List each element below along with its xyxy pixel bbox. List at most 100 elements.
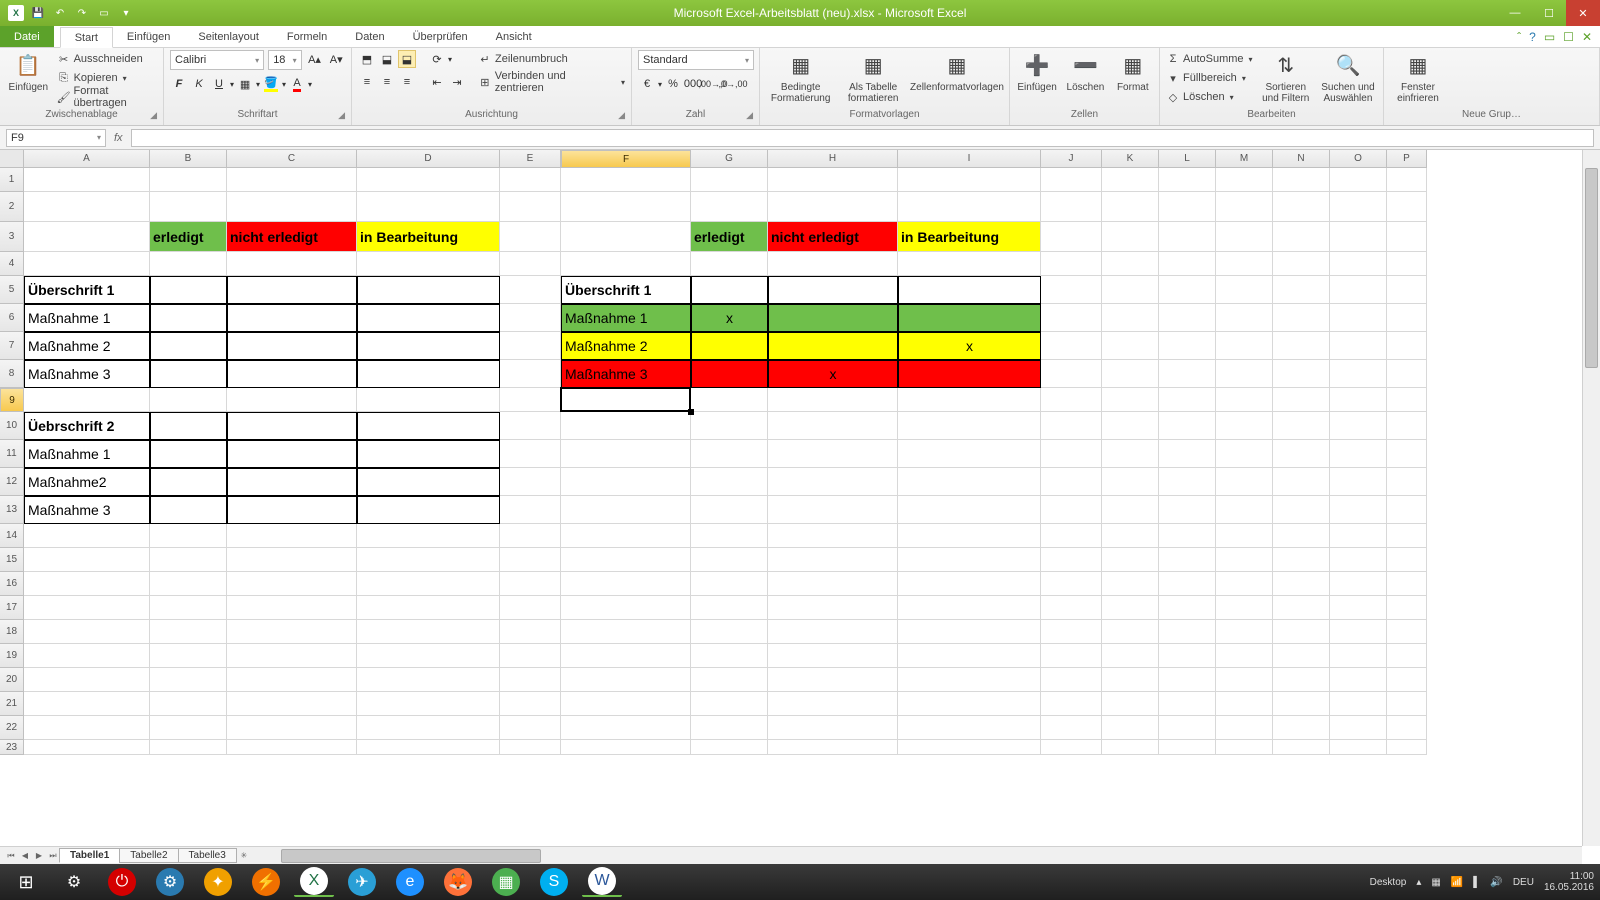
cell-F23[interactable] (561, 740, 691, 755)
cell-N9[interactable] (1273, 388, 1330, 412)
cell-K2[interactable] (1102, 192, 1159, 222)
cell-L15[interactable] (1159, 548, 1216, 572)
cell-L2[interactable] (1159, 192, 1216, 222)
cell-G11[interactable] (691, 440, 768, 468)
cell-F16[interactable] (561, 572, 691, 596)
cell-P5[interactable] (1387, 276, 1427, 304)
col-header-F[interactable]: F (561, 150, 691, 168)
row-header-21[interactable]: 21 (0, 692, 24, 716)
cell-C10[interactable] (227, 412, 357, 440)
cell-A2[interactable] (24, 192, 150, 222)
cell-J2[interactable] (1041, 192, 1102, 222)
taskbar-firefox-icon[interactable]: 🦊 (444, 868, 472, 896)
sheet-tab-1[interactable]: Tabelle1 (59, 848, 120, 863)
cell-P23[interactable] (1387, 740, 1427, 755)
col-header-L[interactable]: L (1159, 150, 1216, 168)
cell-B12[interactable] (150, 468, 227, 496)
cell-L6[interactable] (1159, 304, 1216, 332)
cell-C23[interactable] (227, 740, 357, 755)
clear-button[interactable]: ◇Löschen▾ (1166, 88, 1253, 106)
cell-L3[interactable] (1159, 222, 1216, 252)
cell-I8[interactable] (898, 360, 1041, 388)
col-header-B[interactable]: B (150, 150, 227, 168)
cell-C8[interactable] (227, 360, 357, 388)
tab-pagelayout[interactable]: Seitenlayout (184, 26, 273, 47)
cell-A1[interactable] (24, 168, 150, 192)
cell-M17[interactable] (1216, 596, 1273, 620)
cell-O8[interactable] (1330, 360, 1387, 388)
cell-E8[interactable] (500, 360, 561, 388)
cell-C2[interactable] (227, 192, 357, 222)
cell-B16[interactable] (150, 572, 227, 596)
cell-K23[interactable] (1102, 740, 1159, 755)
cell-O12[interactable] (1330, 468, 1387, 496)
cell-H2[interactable] (768, 192, 898, 222)
cell-P11[interactable] (1387, 440, 1427, 468)
minimize-ribbon-icon[interactable]: ˆ (1517, 30, 1521, 44)
cell-F3[interactable] (561, 222, 691, 252)
cell-O20[interactable] (1330, 668, 1387, 692)
cell-F2[interactable] (561, 192, 691, 222)
cell-D1[interactable] (357, 168, 500, 192)
row-header-12[interactable]: 12 (0, 468, 24, 496)
conditional-format-button[interactable]: ▦Bedingte Formatierung (766, 50, 835, 104)
cell-N16[interactable] (1273, 572, 1330, 596)
cell-G6[interactable]: x (691, 304, 768, 332)
vertical-scrollbar[interactable] (1582, 150, 1600, 846)
taskbar-word-icon[interactable]: W (588, 867, 616, 895)
cell-H14[interactable] (768, 524, 898, 548)
cell-L12[interactable] (1159, 468, 1216, 496)
cell-N4[interactable] (1273, 252, 1330, 276)
taskbar-skype-icon[interactable]: S (540, 868, 568, 896)
align-middle-button[interactable]: ⬓ (378, 50, 396, 68)
horizontal-scrollbar[interactable] (271, 849, 1582, 863)
cell-A9[interactable] (24, 388, 150, 412)
cell-I11[interactable] (898, 440, 1041, 468)
cell-I13[interactable] (898, 496, 1041, 524)
cell-K15[interactable] (1102, 548, 1159, 572)
row-header-4[interactable]: 4 (0, 252, 24, 276)
sort-filter-button[interactable]: ⇅Sortieren und Filtern (1259, 50, 1313, 104)
cell-N2[interactable] (1273, 192, 1330, 222)
cell-G18[interactable] (691, 620, 768, 644)
cell-I7[interactable]: x (898, 332, 1041, 360)
cell-H22[interactable] (768, 716, 898, 740)
cell-A6[interactable]: Maßnahme 1 (24, 304, 150, 332)
cell-A23[interactable] (24, 740, 150, 755)
cell-G21[interactable] (691, 692, 768, 716)
dialog-launcher-icon[interactable]: ◢ (150, 110, 157, 121)
tab-data[interactable]: Daten (341, 26, 398, 47)
taskbar-calc-icon[interactable]: ▦ (492, 868, 520, 896)
cell-O6[interactable] (1330, 304, 1387, 332)
cell-M9[interactable] (1216, 388, 1273, 412)
cell-B10[interactable] (150, 412, 227, 440)
cell-P22[interactable] (1387, 716, 1427, 740)
cell-C18[interactable] (227, 620, 357, 644)
col-header-O[interactable]: O (1330, 150, 1387, 168)
cell-C6[interactable] (227, 304, 357, 332)
cell-M13[interactable] (1216, 496, 1273, 524)
col-header-M[interactable]: M (1216, 150, 1273, 168)
cell-N15[interactable] (1273, 548, 1330, 572)
cell-N23[interactable] (1273, 740, 1330, 755)
save-icon[interactable]: 💾 (30, 5, 46, 21)
col-header-C[interactable]: C (227, 150, 357, 168)
cell-O3[interactable] (1330, 222, 1387, 252)
cell-J22[interactable] (1041, 716, 1102, 740)
row-header-16[interactable]: 16 (0, 572, 24, 596)
cell-G7[interactable] (691, 332, 768, 360)
cell-A22[interactable] (24, 716, 150, 740)
cell-H5[interactable] (768, 276, 898, 304)
taskbar-app-3-icon[interactable]: ✦ (204, 868, 232, 896)
cell-I9[interactable] (898, 388, 1041, 412)
cell-A15[interactable] (24, 548, 150, 572)
cell-L17[interactable] (1159, 596, 1216, 620)
tray-up-icon[interactable]: ▴ (1416, 877, 1421, 888)
cell-G22[interactable] (691, 716, 768, 740)
cell-E23[interactable] (500, 740, 561, 755)
name-box[interactable]: F9▾ (6, 129, 106, 147)
cell-D7[interactable] (357, 332, 500, 360)
sheet-prev-icon[interactable]: ◀ (18, 849, 32, 863)
tray-clock[interactable]: 11:00 16.05.2016 (1544, 871, 1594, 893)
cell-N3[interactable] (1273, 222, 1330, 252)
